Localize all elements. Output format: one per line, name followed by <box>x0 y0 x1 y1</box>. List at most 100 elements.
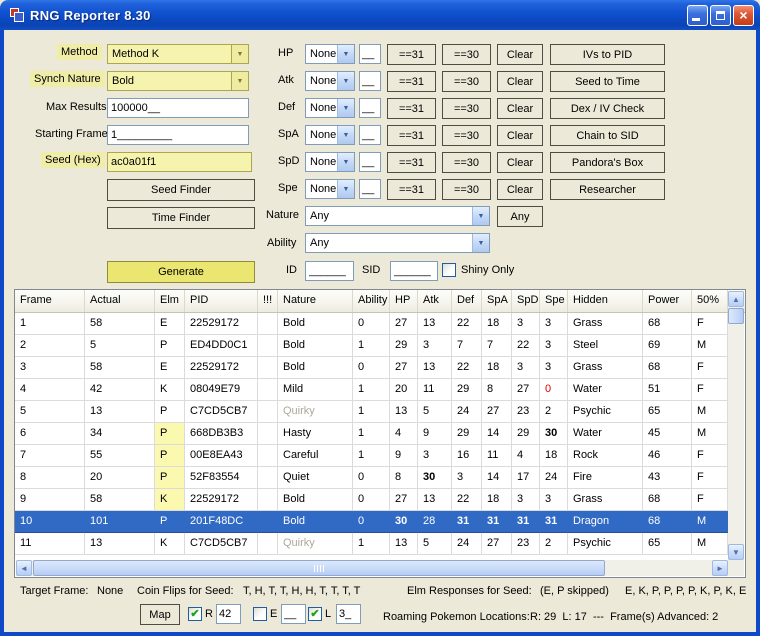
column-header-ability[interactable]: Ability <box>353 290 390 312</box>
table-row[interactable]: 358E22529172Bold02713221833Grass68F <box>15 357 728 379</box>
chevron-down-icon[interactable]: ▼ <box>231 72 248 90</box>
ability-dropdown[interactable]: Any ▼ <box>305 233 490 253</box>
iv-spe-clear-button[interactable]: Clear <box>497 179 543 200</box>
iv-spe-eq31-button[interactable]: ==31 <box>387 179 436 200</box>
column-header-spe[interactable]: Spe <box>540 290 568 312</box>
chevron-down-icon[interactable]: ▼ <box>337 153 354 171</box>
table-row[interactable]: 25PED4DD0C1Bold129377223Steel69M <box>15 335 728 357</box>
column-header-spa[interactable]: SpA <box>482 290 512 312</box>
table-row[interactable]: 755P00E8EA43Careful1931611418Rock46F <box>15 445 728 467</box>
table-row[interactable]: 958K22529172Bold02713221833Grass68F <box>15 489 728 511</box>
researcher-button[interactable]: Researcher <box>550 179 665 200</box>
column-header-nature[interactable]: Nature <box>278 290 353 312</box>
dex-iv-check-button[interactable]: Dex / IV Check <box>550 98 665 119</box>
column-header-elm[interactable]: Elm <box>155 290 185 312</box>
scroll-down-icon[interactable]: ▼ <box>728 544 744 560</box>
minimize-button[interactable] <box>687 5 708 26</box>
iv-spe-eq30-button[interactable]: ==30 <box>442 179 491 200</box>
nature-dropdown[interactable]: Any ▼ <box>305 206 490 226</box>
iv-spa-eq31-button[interactable]: ==31 <box>387 125 436 146</box>
table-row[interactable]: 10101P201F48DCBold0302831313131Dragon68M <box>15 511 728 533</box>
iv-spe-input[interactable] <box>359 179 381 199</box>
flip-r-checkbox[interactable]: ✔ <box>188 607 202 621</box>
flip-r-input[interactable] <box>216 604 241 624</box>
iv-atk-clear-button[interactable]: Clear <box>497 71 543 92</box>
chevron-down-icon[interactable]: ▼ <box>472 234 489 252</box>
id-input[interactable] <box>305 261 354 281</box>
scroll-right-icon[interactable]: ► <box>712 560 728 576</box>
flip-e-input[interactable] <box>281 604 306 624</box>
iv-def-eq31-button[interactable]: ==31 <box>387 98 436 119</box>
table-row[interactable]: 442K08049E79Mild12011298270Water51F <box>15 379 728 401</box>
iv-spa-eq30-button[interactable]: ==30 <box>442 125 491 146</box>
column-header-atk[interactable]: Atk <box>418 290 452 312</box>
ivs-to-pid-button[interactable]: IVs to PID <box>550 44 665 65</box>
generate-button[interactable]: Generate <box>107 261 255 283</box>
iv-def-eq30-button[interactable]: ==30 <box>442 98 491 119</box>
iv-hp-eq30-button[interactable]: ==30 <box>442 44 491 65</box>
vertical-scrollbar[interactable]: ▲ ▼ <box>728 291 744 560</box>
flip-l-input[interactable] <box>336 604 361 624</box>
iv-def-dropdown[interactable]: None▼ <box>305 98 355 118</box>
iv-spd-dropdown[interactable]: None▼ <box>305 152 355 172</box>
scroll-up-icon[interactable]: ▲ <box>728 291 744 307</box>
iv-hp-input[interactable] <box>359 44 381 64</box>
chevron-down-icon[interactable]: ▼ <box>337 126 354 144</box>
iv-spa-clear-button[interactable]: Clear <box>497 125 543 146</box>
nature-any-button[interactable]: Any <box>497 206 543 227</box>
column-header-def[interactable]: Def <box>452 290 482 312</box>
seed-hex-input[interactable] <box>107 152 252 172</box>
sid-input[interactable] <box>390 261 438 281</box>
seed-to-time-button[interactable]: Seed to Time <box>550 71 665 92</box>
table-row[interactable]: 513PC7CD5CB7Quirky11352427232Psychic65M <box>15 401 728 423</box>
scroll-left-icon[interactable]: ◄ <box>16 560 32 576</box>
iv-hp-eq31-button[interactable]: ==31 <box>387 44 436 65</box>
max-results-input[interactable] <box>107 98 249 118</box>
iv-atk-input[interactable] <box>359 71 381 91</box>
column-header-spd[interactable]: SpD <box>512 290 540 312</box>
table-row[interactable]: 634P668DB3B3Hasty14929142930Water45M <box>15 423 728 445</box>
maximize-button[interactable] <box>710 5 731 26</box>
iv-spa-input[interactable] <box>359 125 381 145</box>
chevron-down-icon[interactable]: ▼ <box>337 72 354 90</box>
column-header-hp[interactable]: HP <box>390 290 418 312</box>
iv-spd-input[interactable] <box>359 152 381 172</box>
iv-hp-dropdown[interactable]: None▼ <box>305 44 355 64</box>
column-header-[interactable]: !!! <box>258 290 278 312</box>
chain-to-sid-button[interactable]: Chain to SID <box>550 125 665 146</box>
iv-atk-dropdown[interactable]: None▼ <box>305 71 355 91</box>
column-header-50[interactable]: 50% <box>692 290 728 312</box>
chevron-down-icon[interactable]: ▼ <box>337 180 354 198</box>
time-finder-button[interactable]: Time Finder <box>107 207 255 229</box>
horizontal-scroll-thumb[interactable] <box>33 560 605 576</box>
table-row[interactable]: 820P52F83554Quiet08303141724Fire43F <box>15 467 728 489</box>
iv-def-clear-button[interactable]: Clear <box>497 98 543 119</box>
iv-def-input[interactable] <box>359 98 381 118</box>
horizontal-scrollbar[interactable]: ◄ ► <box>16 560 728 576</box>
iv-spd-eq30-button[interactable]: ==30 <box>442 152 491 173</box>
chevron-down-icon[interactable]: ▼ <box>337 45 354 63</box>
pandora-s-box-button[interactable]: Pandora's Box <box>550 152 665 173</box>
iv-hp-clear-button[interactable]: Clear <box>497 44 543 65</box>
table-row[interactable]: 158E22529172Bold02713221833Grass68F <box>15 313 728 335</box>
vertical-scroll-thumb[interactable] <box>728 308 744 324</box>
starting-frame-input[interactable] <box>107 125 249 145</box>
column-header-frame[interactable]: Frame <box>15 290 85 312</box>
chevron-down-icon[interactable]: ▼ <box>337 99 354 117</box>
column-header-power[interactable]: Power <box>643 290 692 312</box>
table-row[interactable]: 1113KC7CD5CB7Quirky11352427232Psychic65M <box>15 533 728 555</box>
column-header-actual[interactable]: Actual <box>85 290 155 312</box>
method-dropdown[interactable]: Method K ▼ <box>107 44 249 64</box>
close-button[interactable]: × <box>733 5 754 26</box>
column-header-pid[interactable]: PID <box>185 290 258 312</box>
flip-l-checkbox[interactable]: ✔ <box>308 607 322 621</box>
column-header-hidden[interactable]: Hidden <box>568 290 643 312</box>
iv-atk-eq30-button[interactable]: ==30 <box>442 71 491 92</box>
shiny-only-checkbox[interactable]: ✔ <box>442 263 456 277</box>
synch-nature-dropdown[interactable]: Bold ▼ <box>107 71 249 91</box>
iv-spe-dropdown[interactable]: None▼ <box>305 179 355 199</box>
seed-finder-button[interactable]: Seed Finder <box>107 179 255 201</box>
chevron-down-icon[interactable]: ▼ <box>472 207 489 225</box>
map-button[interactable]: Map <box>140 604 180 625</box>
iv-atk-eq31-button[interactable]: ==31 <box>387 71 436 92</box>
